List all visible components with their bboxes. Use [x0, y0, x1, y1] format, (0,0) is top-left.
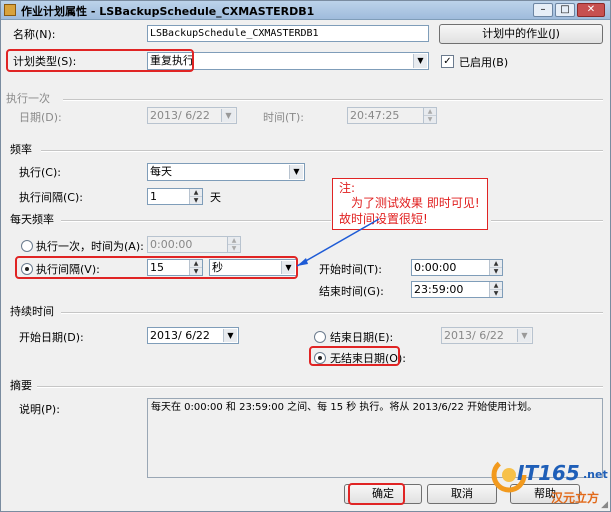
divider: [61, 312, 603, 314]
end-date-field[interactable]: 2013/ 6/22 ▼: [441, 327, 533, 344]
end-date-value: 2013/ 6/22: [444, 329, 504, 342]
highlight-ok-button: [348, 483, 405, 505]
highlight-no-end-date: [309, 346, 400, 366]
description-text: 每天在 0:00:00 和 23:59:00 之间、每 15 秒 执行。将从 2…: [151, 402, 538, 413]
resize-grip-icon[interactable]: ◢: [601, 500, 608, 510]
description-label: 说明(P):: [19, 403, 60, 416]
end-date-label: 结束日期(E):: [330, 331, 394, 344]
schedule-properties-dialog: 作业计划属性 - LSBackupSchedule_CXMASTERDB1 – …: [0, 0, 611, 512]
divider: [37, 386, 603, 388]
duration-section-title: 持续时间: [10, 305, 54, 318]
watermark-brand: IT165: [517, 461, 580, 485]
start-date-label: 开始日期(D):: [19, 331, 84, 344]
summary-section-title: 摘要: [10, 379, 32, 392]
start-date-value: 2013/ 6/22: [150, 329, 210, 342]
start-date-field[interactable]: 2013/ 6/22 ▼: [147, 327, 239, 344]
end-date-radio[interactable]: [314, 331, 326, 343]
calendar-dropdown-icon: ▼: [517, 329, 531, 342]
watermark-domain: .net: [583, 468, 608, 481]
watermark-logo: IT165 .net 汉元立方: [487, 451, 609, 509]
watermark-sub: 汉元立方: [551, 491, 600, 505]
calendar-dropdown-icon: ▼: [223, 329, 237, 342]
